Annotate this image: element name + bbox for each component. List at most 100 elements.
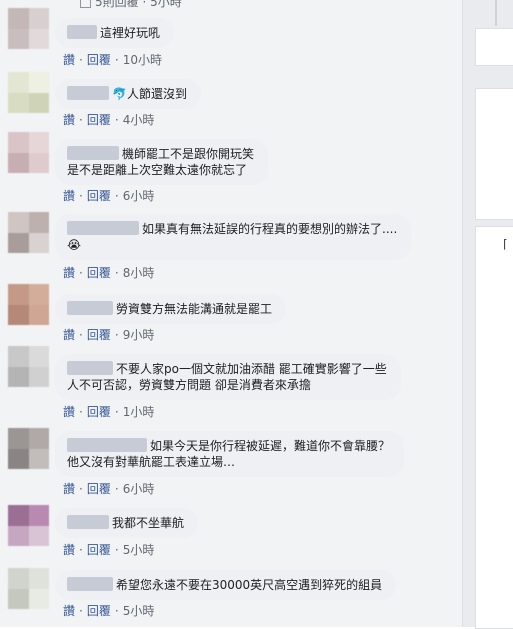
sidebar-scroll-rail	[495, 0, 497, 26]
comment-bubble: 機師罷工不是跟你開玩笑 是不是距離上次空難太遠你就忘了	[55, 139, 269, 185]
commenter-name[interactable]	[67, 146, 119, 160]
avatar[interactable]	[8, 428, 49, 469]
commenter-name[interactable]	[67, 515, 109, 529]
reply-link[interactable]: 回覆	[87, 53, 111, 67]
sidebar-card	[475, 88, 513, 220]
separator: ·	[79, 604, 83, 618]
comment-actions: 讚 · 回覆 · 6小時	[63, 187, 154, 204]
comment-time[interactable]: 1小時	[123, 405, 155, 419]
comment-time[interactable]: 5小時	[123, 604, 155, 618]
separator: ·	[114, 543, 119, 557]
avatar[interactable]	[8, 8, 49, 49]
avatar-pixel	[28, 284, 49, 305]
replies-count[interactable]: 5則回覆	[95, 0, 139, 9]
commenter-name[interactable]	[67, 361, 113, 375]
reply-link[interactable]: 回覆	[87, 604, 111, 618]
avatar-pixel	[8, 212, 29, 233]
reply-link[interactable]: 回覆	[87, 405, 111, 419]
dolphin-emoji: 🐬	[112, 87, 127, 101]
avatar[interactable]	[8, 505, 49, 546]
comment-line: 是不是距離上次空難太遠你就忘了	[67, 163, 248, 177]
avatar-pixel	[28, 448, 49, 469]
sidebar-edge-icon: ⌈	[503, 237, 508, 251]
comment-bubble: 如果今天是你行程被延遲，難道你不會靠腰？ 他又沒有對華航罷工表達立場…	[55, 431, 405, 477]
like-link[interactable]: 讚	[63, 113, 75, 127]
comment-time[interactable]: 10小時	[123, 53, 162, 67]
commenter-name[interactable]	[67, 86, 109, 100]
reply-arrow-icon	[80, 0, 91, 8]
avatar-pixel	[8, 428, 29, 449]
avatar-pixel	[28, 588, 49, 609]
avatar-pixel	[28, 72, 49, 93]
avatar[interactable]	[8, 346, 49, 387]
avatar[interactable]	[8, 284, 49, 325]
comment-bubble: 我都不坐華航	[55, 508, 199, 538]
comment-actions: 讚 · 回覆 · 6小時	[63, 480, 154, 497]
avatar-pixel	[28, 132, 49, 153]
like-link[interactable]: 讚	[63, 53, 75, 67]
sidebar-card	[475, 28, 513, 66]
comment-bubble: 如果真有無法延誤的行程真的要想別的辦法了.... 😭	[55, 214, 412, 260]
comment-actions: 讚 · 回覆 · 1小時	[63, 403, 154, 420]
comment-time[interactable]: 8小時	[123, 266, 155, 280]
separator: ·	[79, 266, 83, 280]
like-link[interactable]: 讚	[63, 189, 75, 203]
comment-time[interactable]: 5小時	[123, 543, 155, 557]
reply-link[interactable]: 回覆	[87, 266, 111, 280]
comment-time[interactable]: 9小時	[123, 328, 155, 342]
reply-link[interactable]: 回覆	[87, 543, 111, 557]
like-link[interactable]: 讚	[63, 328, 75, 342]
comment-bubble: 勞資雙方無法能溝通就是罷工	[55, 294, 287, 324]
avatar-pixel	[28, 568, 49, 589]
reply-link[interactable]: 回覆	[87, 113, 111, 127]
avatar-pixel	[8, 284, 29, 305]
avatar[interactable]	[8, 72, 49, 113]
like-link[interactable]: 讚	[63, 482, 75, 496]
comment-text: 人節還沒到	[126, 87, 187, 101]
reply-link[interactable]: 回覆	[87, 189, 111, 203]
reply-link[interactable]: 回覆	[87, 328, 111, 342]
comment-actions: 讚 · 回覆 · 4小時	[63, 111, 154, 128]
comment-text: 這裡好玩吼	[100, 26, 161, 40]
separator: ·	[79, 53, 83, 67]
comment-line: 如果真有無法延誤的行程真的要想別的辦法了....	[142, 222, 398, 236]
comment-line: 如果今天是你行程被延遲，難道你不會靠腰？	[150, 439, 391, 453]
avatar-pixel	[8, 304, 29, 325]
comment-time[interactable]: 6小時	[123, 482, 155, 496]
like-link[interactable]: 讚	[63, 405, 75, 419]
avatar[interactable]	[8, 568, 49, 609]
separator: ·	[79, 482, 83, 496]
commenter-name[interactable]	[67, 221, 139, 235]
previous-replies-link[interactable]: 5則回覆 · 5小時	[80, 0, 182, 10]
commenter-name[interactable]	[67, 301, 113, 315]
comment-line: 機師罷工不是跟你開玩笑	[122, 147, 255, 161]
right-sidebar: ⌈	[463, 0, 513, 629]
comment-line: 人不可否認，勞資雙方問題 卻是消費者來承擔	[67, 378, 311, 392]
like-link[interactable]: 讚	[63, 266, 75, 280]
comment-bubble: 🐬人節還沒到	[55, 79, 201, 109]
avatar-pixel	[28, 428, 49, 449]
separator: ·	[79, 543, 83, 557]
avatar-pixel	[8, 448, 29, 469]
comment-actions: 讚 · 回覆 · 5小時	[63, 541, 154, 558]
commenter-name[interactable]	[67, 577, 113, 591]
comment-time[interactable]: 6小時	[123, 189, 155, 203]
avatar[interactable]	[8, 132, 49, 173]
avatar-pixel	[28, 8, 49, 29]
commenter-name[interactable]	[67, 438, 147, 452]
avatar[interactable]	[8, 212, 49, 253]
avatar-pixel	[8, 568, 29, 589]
reply-link[interactable]: 回覆	[87, 482, 111, 496]
comment-text: 希望您永遠不要在30000英尺高空遇到猝死的組員	[116, 578, 383, 592]
separator: ·	[79, 189, 83, 203]
separator: ·	[114, 53, 119, 67]
avatar-pixel	[8, 366, 29, 387]
comment-time[interactable]: 4小時	[123, 113, 155, 127]
avatar-pixel	[28, 28, 49, 49]
commenter-name[interactable]	[67, 25, 97, 39]
avatar-pixel	[28, 232, 49, 253]
avatar-pixel	[28, 212, 49, 233]
like-link[interactable]: 讚	[63, 604, 75, 618]
like-link[interactable]: 讚	[63, 543, 75, 557]
comment-actions: 讚 · 回覆 · 9小時	[63, 326, 154, 343]
